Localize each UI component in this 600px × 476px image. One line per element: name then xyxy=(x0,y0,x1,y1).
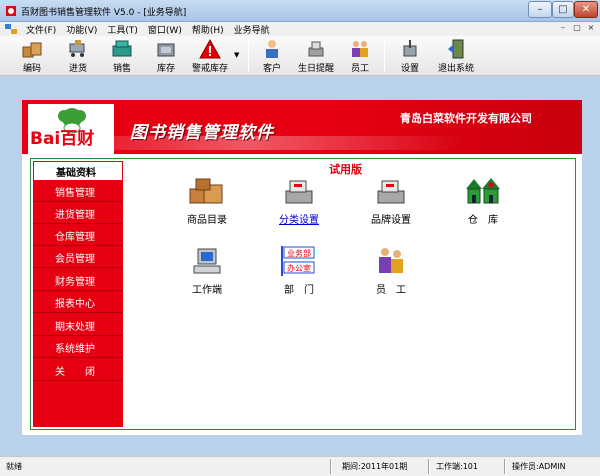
department-icon: 业务部 办公室 xyxy=(281,246,315,276)
inventory-icon xyxy=(157,43,175,57)
child-restore-button[interactable]: □ xyxy=(572,23,582,33)
nav-sales-management[interactable]: 销售管理 xyxy=(33,182,123,202)
menu-window[interactable]: 窗口(W) xyxy=(143,23,187,36)
toolbar-staff-button[interactable]: 员工 xyxy=(342,36,378,76)
toolbar-exit-button[interactable]: 退出系统 xyxy=(434,36,478,76)
toolbar: 编码 进货 销售 库存 警戒库存 ▼ 客户 生日提醒 员工 设置 退出系统 xyxy=(0,36,600,76)
nav-report-center[interactable]: 报表中心 xyxy=(33,293,123,313)
toolbar-birthday-button[interactable]: 生日提醒 xyxy=(296,36,336,76)
department-icon-text-1: 业务部 xyxy=(287,248,311,258)
goods-catalog-icon xyxy=(189,178,223,204)
toolbar-inventory-button[interactable]: 库存 xyxy=(148,36,184,76)
sales-cash-icon xyxy=(112,40,132,57)
nav-period-end[interactable]: 期末处理 xyxy=(33,316,123,336)
menu-function[interactable]: 功能(V) xyxy=(61,23,102,36)
nav-finance-management[interactable]: 财务管理 xyxy=(33,271,123,291)
nav-basic-data[interactable]: 基础资料 xyxy=(33,161,123,181)
child-minimize-button[interactable]: – xyxy=(558,23,568,33)
category-settings-icon xyxy=(285,180,313,204)
employee-item[interactable]: 员 工 xyxy=(351,245,431,305)
toolbar-separator xyxy=(384,40,385,72)
warning-icon xyxy=(199,38,221,59)
brand-settings-item[interactable]: 品牌设置 xyxy=(351,175,431,235)
workstation-icon xyxy=(193,248,221,274)
goods-catalog-item[interactable]: 商品目录 xyxy=(167,175,247,235)
exit-icon xyxy=(448,39,464,59)
toolbar-separator xyxy=(248,40,249,72)
maximize-button[interactable]: □ xyxy=(552,1,574,18)
business-nav-panel: Bai百财 图书销售管理软件 青岛白菜软件开发有限公司 基础资料 销售管理 进货… xyxy=(22,100,582,435)
nav-warehouse-management[interactable]: 仓库管理 xyxy=(33,226,123,246)
department-icon-text-2: 办公室 xyxy=(287,263,311,273)
toolbar-sales-button[interactable]: 销售 xyxy=(104,36,140,76)
workstation-item[interactable]: 工作端 xyxy=(167,245,247,305)
brand-banner: Bai百财 图书销售管理软件 青岛白菜软件开发有限公司 xyxy=(22,100,582,154)
status-operator: 操作员:ADMIN xyxy=(512,462,566,471)
customer-icon xyxy=(266,40,278,58)
staff-icon xyxy=(352,41,368,57)
birthday-icon xyxy=(308,41,324,57)
toolbar-customer-button[interactable]: 客户 xyxy=(254,36,290,76)
toolbar-warning-stock-button[interactable]: 警戒库存 xyxy=(188,36,232,76)
title-bar: 百财图书销售管理软件 V5.0 - [业务导航] – □ ✕ xyxy=(0,0,600,22)
nav-member-management[interactable]: 会员管理 xyxy=(33,248,123,268)
status-state: 就绪 xyxy=(6,462,22,471)
menu-help[interactable]: 帮助(H) xyxy=(187,23,229,36)
menu-tools[interactable]: 工具(T) xyxy=(102,23,143,36)
menu-file[interactable]: 文件(F) xyxy=(21,23,61,36)
category-settings-item[interactable]: 分类设置 xyxy=(259,175,339,235)
coding-boxes-icon xyxy=(22,42,42,58)
status-bar: 就绪 期间:2011年01期 工作端:101 操作员:ADMIN xyxy=(0,456,600,476)
nav-content: 基础资料 销售管理 进货管理 仓库管理 会员管理 财务管理 报表中心 期末处理 … xyxy=(30,158,576,430)
module-nav: 基础资料 销售管理 进货管理 仓库管理 会员管理 财务管理 报表中心 期末处理 … xyxy=(33,161,123,427)
mdi-window-icon xyxy=(5,24,17,34)
toolbar-coding-button[interactable]: 编码 xyxy=(14,36,50,76)
employee-icon xyxy=(379,248,403,273)
company-name: 青岛白菜软件开发有限公司 xyxy=(400,112,532,125)
warehouse-icon xyxy=(466,178,500,204)
settings-icon xyxy=(403,40,417,57)
logo-text: Bai百财 xyxy=(30,129,95,149)
brand-settings-icon xyxy=(377,180,405,204)
app-name: 图书销售管理软件 xyxy=(130,123,274,143)
nav-purchase-management[interactable]: 进货管理 xyxy=(33,204,123,224)
nav-system-maintenance[interactable]: 系统维护 xyxy=(33,338,123,358)
minimize-button[interactable]: – xyxy=(528,1,552,18)
menu-business-nav[interactable]: 业务导航 xyxy=(229,23,275,36)
close-button[interactable]: ✕ xyxy=(574,1,598,18)
toolbar-purchase-button[interactable]: 进货 xyxy=(60,36,96,76)
department-item[interactable]: 业务部 办公室 部 门 xyxy=(259,245,339,305)
window-title: 百财图书销售管理软件 V5.0 - [业务导航] xyxy=(21,8,187,18)
menu-bar: 文件(F) 功能(V) 工具(T) 窗口(W) 帮助(H) 业务导航 – □ × xyxy=(0,22,600,36)
nav-close[interactable]: 关 闭 xyxy=(33,361,123,381)
status-workstation: 工作端:101 xyxy=(436,462,478,471)
status-period: 期间:2011年01期 xyxy=(342,462,408,471)
warning-dropdown-arrow-icon[interactable]: ▼ xyxy=(234,51,239,59)
child-close-button[interactable]: × xyxy=(586,23,596,33)
warehouse-item[interactable]: 仓 库 xyxy=(443,175,523,235)
toolbar-settings-button[interactable]: 设置 xyxy=(392,36,428,76)
app-icon xyxy=(6,6,16,16)
purchase-cart-icon xyxy=(69,40,85,57)
